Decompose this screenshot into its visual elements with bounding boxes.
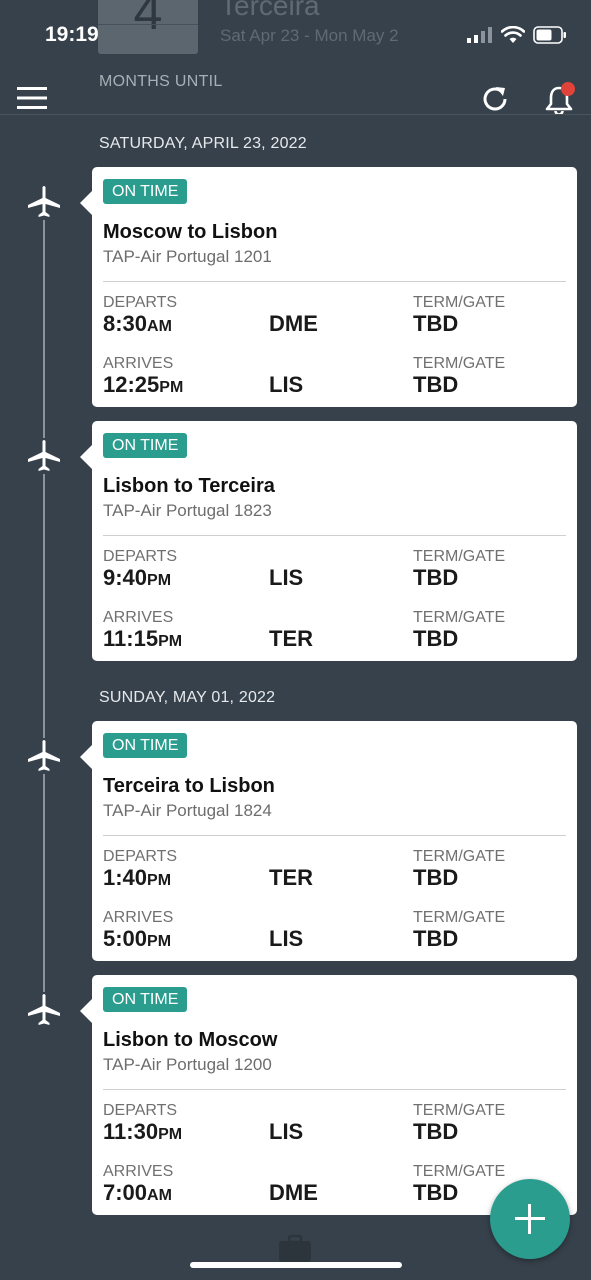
departs-termgate: TBD [413, 865, 459, 890]
termgate-label: TERM/GATE [413, 848, 506, 865]
departs-time: 9:40PM [103, 565, 172, 590]
countdown-card: 4 [98, 0, 198, 54]
arrives-airport-code: LIS [269, 372, 304, 397]
flight-number: TAP-Air Portugal 1200 [103, 1055, 272, 1074]
arrives-airport-code: TER [269, 626, 313, 651]
termgate-label: TERM/GATE [413, 909, 506, 926]
arrives-termgate: TBD [413, 626, 459, 651]
battery-icon [533, 26, 566, 44]
wifi-icon [501, 26, 525, 43]
airplane-icon [26, 992, 62, 1028]
flight-number: TAP-Air Portugal 1201 [103, 247, 272, 266]
arrives-label: ARRIVES [103, 909, 174, 926]
date-header: SATURDAY, APRIL 23, 2022 [99, 135, 307, 152]
departs-time: 1:40PM [103, 865, 172, 890]
termgate-label: TERM/GATE [413, 609, 506, 626]
flight-route: Lisbon to Moscow [103, 1029, 278, 1051]
arrives-termgate: TBD [413, 1180, 459, 1205]
arrives-time: 11:15PM [103, 626, 183, 651]
arrives-termgate: TBD [413, 372, 459, 397]
departs-termgate: TBD [413, 565, 459, 590]
flight-status-badge: ON TIME [103, 987, 188, 1012]
status-bar-time: 19:19 [45, 23, 99, 46]
add-flight-button[interactable] [490, 1179, 570, 1259]
departs-label: DEPARTS [103, 1102, 178, 1119]
refresh-icon[interactable] [479, 83, 511, 115]
home-indicator[interactable] [190, 1262, 402, 1268]
departs-airport-code: LIS [269, 1119, 304, 1144]
departs-airport-code: LIS [269, 565, 304, 590]
notification-dot [561, 82, 575, 96]
arrives-time: 5:00PM [103, 926, 172, 951]
arrives-label: ARRIVES [103, 355, 174, 372]
flight-route: Terceira to Lisbon [103, 775, 275, 797]
flight-card[interactable]: ON TIME Moscow to Lisbon TAP-Air Portuga… [80, 167, 577, 407]
arrives-airport-code: DME [269, 1180, 318, 1205]
plus-icon-vertical [528, 1204, 531, 1234]
departs-time: 11:30PM [103, 1119, 183, 1144]
flight-status-badge: ON TIME [103, 733, 188, 758]
arrives-termgate: TBD [413, 926, 459, 951]
countdown-number: 4 [133, 0, 163, 41]
departs-airport-code: DME [269, 311, 318, 336]
date-header: SUNDAY, MAY 01, 2022 [99, 689, 276, 706]
arrives-label: ARRIVES [103, 609, 174, 626]
trip-header: 4 Terceira Sat Apr 23 - Mon May 2 MONTHS… [0, 0, 591, 115]
hamburger-menu-icon[interactable] [16, 86, 48, 110]
arrives-time: 7:00AM [103, 1180, 172, 1205]
termgate-label: TERM/GATE [413, 1163, 506, 1180]
departs-termgate: TBD [413, 311, 459, 336]
months-until-label: MONTHS UNTIL [99, 73, 223, 90]
flight-status-badge: ON TIME [103, 179, 188, 204]
status-bar-icons [467, 26, 567, 44]
flight-route: Moscow to Lisbon [103, 221, 278, 243]
arrives-airport-code: LIS [269, 926, 304, 951]
card-divider [103, 835, 566, 836]
bell-icon[interactable] [543, 82, 575, 115]
termgate-label: TERM/GATE [413, 355, 506, 372]
flight-card[interactable]: ON TIME Lisbon to Moscow TAP-Air Portuga… [80, 975, 577, 1215]
departs-label: DEPARTS [103, 848, 178, 865]
termgate-label: TERM/GATE [413, 1102, 506, 1119]
flight-status-badge: ON TIME [103, 433, 188, 458]
flight-route: Lisbon to Terceira [103, 475, 275, 497]
flight-number: TAP-Air Portugal 1824 [103, 801, 272, 820]
departs-label: DEPARTS [103, 548, 178, 565]
departs-termgate: TBD [413, 1119, 459, 1144]
flight-number: TAP-Air Portugal 1823 [103, 501, 272, 520]
timeline-line [43, 200, 45, 1010]
departs-airport-code: TER [269, 865, 313, 890]
airplane-icon [26, 184, 62, 220]
arrives-time: 12:25PM [103, 372, 184, 397]
cellular-signal-icon [467, 27, 492, 43]
card-divider [103, 1089, 566, 1090]
departs-time: 8:30AM [103, 311, 172, 336]
flight-card[interactable]: ON TIME Terceira to Lisbon TAP-Air Portu… [80, 721, 577, 961]
airplane-icon [26, 738, 62, 774]
departs-label: DEPARTS [103, 294, 178, 311]
trip-name: Terceira [220, 0, 320, 21]
termgate-label: TERM/GATE [413, 548, 506, 565]
card-divider [103, 281, 566, 282]
termgate-label: TERM/GATE [413, 294, 506, 311]
trip-dates: Sat Apr 23 - Mon May 2 [220, 26, 399, 45]
airplane-icon [26, 438, 62, 474]
countdown-card-seam [98, 24, 198, 25]
arrives-label: ARRIVES [103, 1163, 174, 1180]
suitcase-icon [279, 1234, 311, 1262]
flight-card[interactable]: ON TIME Lisbon to Terceira TAP-Air Portu… [80, 421, 577, 661]
card-divider [103, 535, 566, 536]
